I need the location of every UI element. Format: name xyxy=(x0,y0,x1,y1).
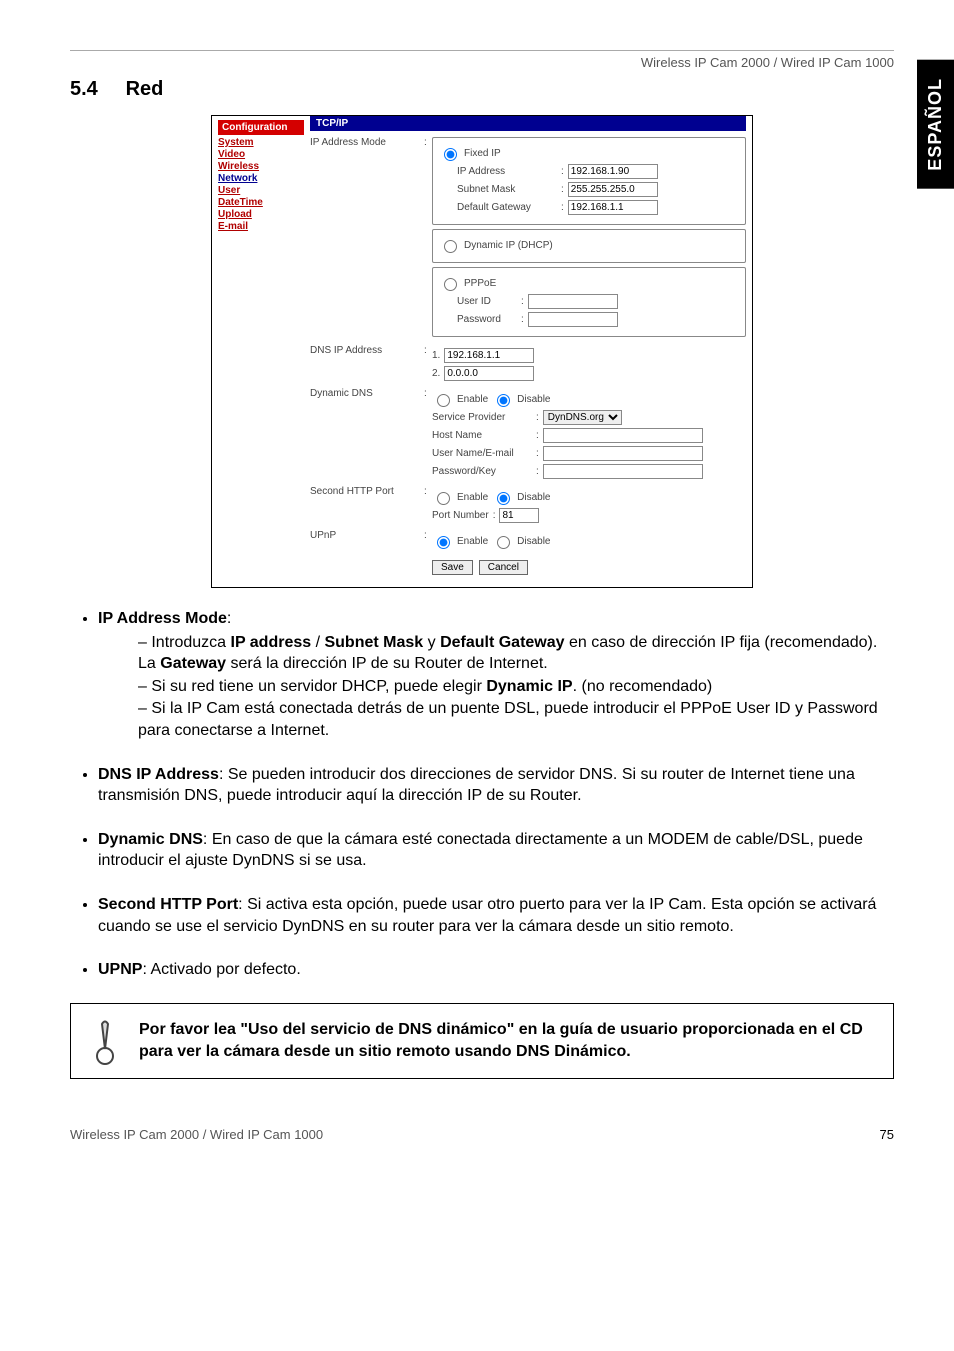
upnp-enable-radio[interactable] xyxy=(437,536,450,549)
http-label: Second HTTP Port xyxy=(310,486,424,497)
nav-wireless[interactable]: Wireless xyxy=(218,161,304,172)
dns1-num: 1. xyxy=(432,350,440,361)
upnp-disable-label: Disable xyxy=(517,536,550,547)
note-callout: Por favor lea "Uso del servicio de DNS d… xyxy=(70,1003,894,1079)
pppoe-pw-label: Password xyxy=(457,314,517,325)
dns-label: DNS IP Address xyxy=(310,345,424,356)
provider-select[interactable]: DynDNS.org xyxy=(543,410,622,425)
sub-ipmode-2: Si su red tiene un servidor DHCP, puede … xyxy=(138,676,894,698)
note-text: Por favor lea "Uso del servicio de DNS d… xyxy=(139,1019,879,1062)
footer-product: Wireless IP Cam 2000 / Wired IP Cam 1000 xyxy=(70,1127,323,1142)
cancel-button[interactable]: Cancel xyxy=(479,560,528,575)
dns1-input[interactable] xyxy=(444,348,534,363)
pppoe-radio[interactable] xyxy=(444,278,457,291)
provider-label: Service Provider xyxy=(432,412,532,423)
port-label: Port Number xyxy=(432,510,489,521)
page-number: 75 xyxy=(880,1127,894,1142)
section-number: 5.4 xyxy=(70,78,98,100)
nav-network[interactable]: Network xyxy=(218,173,304,184)
http-enable-radio[interactable] xyxy=(437,492,450,505)
bullet-http: Second HTTP Port: Si activa esta opción,… xyxy=(98,894,894,937)
section-title: Red xyxy=(126,78,164,100)
host-input[interactable] xyxy=(543,428,703,443)
bullet-dns: DNS IP Address: Se pueden introducir dos… xyxy=(98,764,894,807)
upnp-disable-radio[interactable] xyxy=(497,536,510,549)
pppoe-user-input[interactable] xyxy=(528,294,618,309)
dyndns-user-label: User Name/E-mail xyxy=(432,448,532,459)
dhcp-radio[interactable] xyxy=(444,240,457,253)
subnet-label: Subnet Mask xyxy=(457,184,557,195)
fixed-ip-label: Fixed IP xyxy=(464,148,501,159)
sub-ipmode-3: Si la IP Cam está conectada detrás de un… xyxy=(138,698,894,741)
fixed-ip-radio[interactable] xyxy=(444,148,457,161)
dyndns-label: Dynamic DNS xyxy=(310,388,424,399)
subnet-input[interactable] xyxy=(568,182,658,197)
pppoe-user-label: User ID xyxy=(457,296,517,307)
dyndns-enable-radio[interactable] xyxy=(437,394,450,407)
http-disable-label: Disable xyxy=(517,492,550,503)
http-enable-label: Enable xyxy=(457,492,488,503)
pppoe-label: PPPoE xyxy=(464,278,496,289)
nav-datetime[interactable]: DateTime xyxy=(218,197,304,208)
panel-title: TCP/IP xyxy=(310,116,746,131)
nav-title: Configuration xyxy=(218,120,304,135)
bullet-upnp: UPNP: Activado por defecto. xyxy=(98,959,894,981)
dns2-input[interactable] xyxy=(444,366,534,381)
save-button[interactable]: Save xyxy=(432,560,473,575)
config-screenshot: Configuration System Video Wireless Netw… xyxy=(211,115,753,588)
dyndns-key-label: Password/Key xyxy=(432,466,532,477)
ip-mode-label: IP Address Mode xyxy=(310,137,424,148)
ip-address-input[interactable] xyxy=(568,164,658,179)
nav-user[interactable]: User xyxy=(218,185,304,196)
ip-address-label: IP Address xyxy=(457,166,557,177)
dyndns-disable-label: Disable xyxy=(517,394,550,405)
dyndns-key-input[interactable] xyxy=(543,464,703,479)
dyndns-user-input[interactable] xyxy=(543,446,703,461)
sub-ipmode-1: Introduzca IP address / Subnet Mask y De… xyxy=(138,632,894,675)
pppoe-pw-input[interactable] xyxy=(528,312,618,327)
gateway-label: Default Gateway xyxy=(457,202,557,213)
bullet-ip-mode: IP Address Mode: Introduzca IP address /… xyxy=(98,608,894,742)
port-input[interactable] xyxy=(499,508,539,523)
nav-video[interactable]: Video xyxy=(218,149,304,160)
language-tab: ESPAÑOL xyxy=(917,60,954,189)
host-label: Host Name xyxy=(432,430,532,441)
dhcp-label: Dynamic IP (DHCP) xyxy=(464,240,553,251)
header-product: Wireless IP Cam 2000 / Wired IP Cam 1000 xyxy=(70,55,894,70)
dyndns-enable-label: Enable xyxy=(457,394,488,405)
dns2-num: 2. xyxy=(432,368,440,379)
upnp-enable-label: Enable xyxy=(457,536,488,547)
dyndns-disable-radio[interactable] xyxy=(497,394,510,407)
gateway-input[interactable] xyxy=(568,200,658,215)
info-icon xyxy=(85,1016,125,1066)
nav-email[interactable]: E-mail xyxy=(218,221,304,232)
upnp-label: UPnP xyxy=(310,530,424,541)
http-disable-radio[interactable] xyxy=(497,492,510,505)
nav-system[interactable]: System xyxy=(218,137,304,148)
bullet-dyndns: Dynamic DNS: En caso de que la cámara es… xyxy=(98,829,894,872)
nav-upload[interactable]: Upload xyxy=(218,209,304,220)
